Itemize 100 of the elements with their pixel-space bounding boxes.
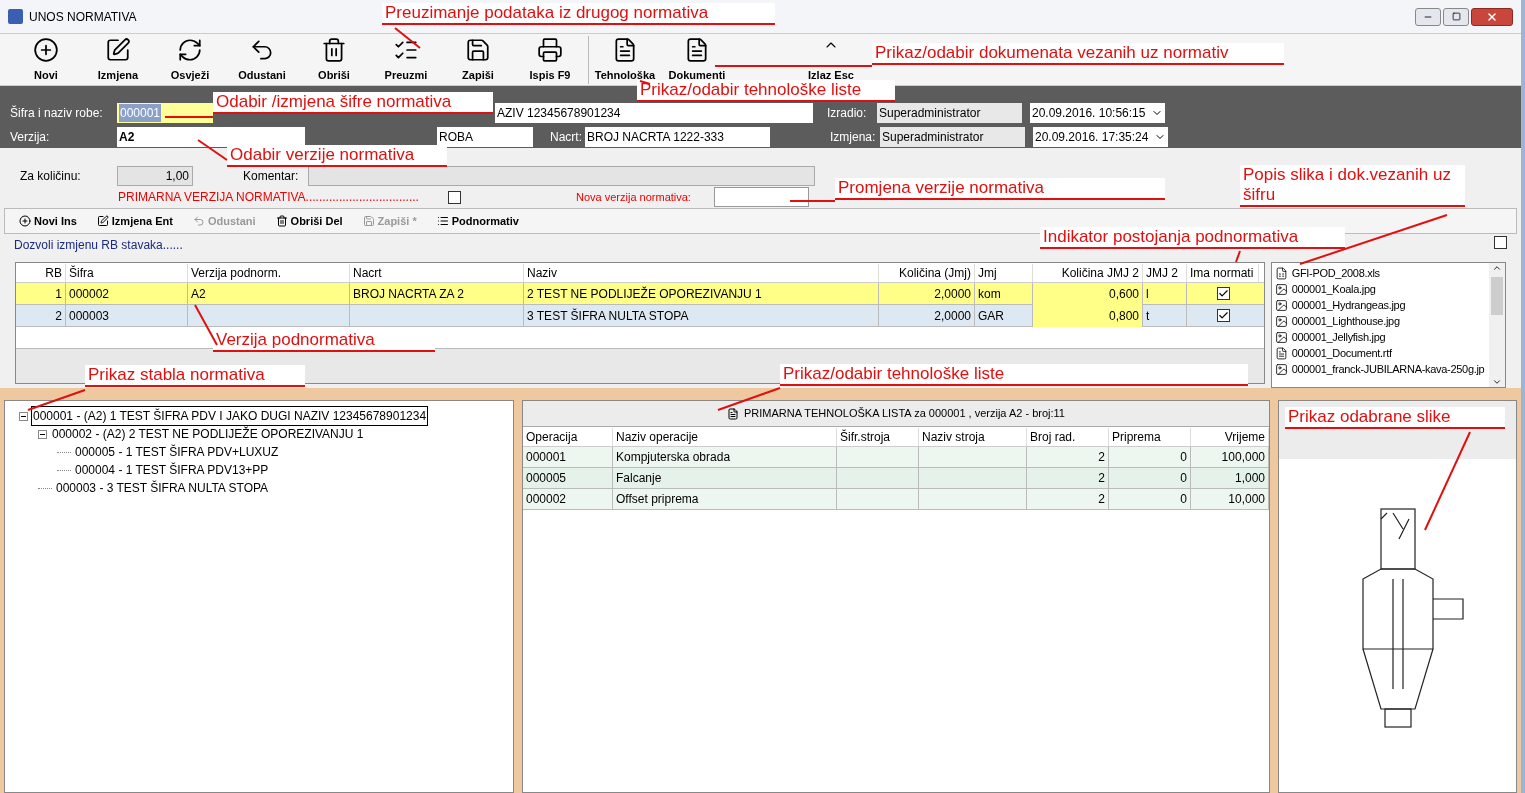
toolbar-button[interactable]: Obriši [298, 36, 370, 84]
table-cell: 000003 [66, 304, 188, 327]
image-icon [1274, 314, 1288, 328]
image-icon [1274, 362, 1288, 376]
checkbox[interactable] [1216, 287, 1230, 300]
scrollbar-thumb[interactable] [1491, 277, 1503, 315]
column-header[interactable]: Nacrt [350, 263, 524, 282]
quantity-field[interactable]: 1,00 [117, 166, 193, 186]
annotation-label: Promjena verzije normativa [835, 178, 1165, 200]
window-title: UNOS NORMATIVA [29, 8, 137, 26]
tech-list-title: PRIMARNA TEHNOLOŠKA LISTA za 000001 , verzija A2 - broj:11 [744, 406, 1065, 422]
tree-item[interactable]: 000004 - 1 TEST ŠIFRA PDV13+PP [73, 460, 271, 480]
goods-type-field[interactable]: ROBA [437, 127, 533, 147]
file-item[interactable]: 000001_franck-JUBILARNA-kava-250g.jp [1271, 361, 1489, 377]
column-header[interactable]: Jmj [975, 263, 1033, 282]
file-item[interactable]: 000001_Jellyfish.jpg [1271, 329, 1489, 345]
drawing-field[interactable]: BROJ NACRTA 1222-333 [585, 127, 770, 147]
toolbar-button[interactable]: Izmjena [82, 36, 154, 84]
file-item[interactable]: 000001_Lighthouse.jpg [1271, 313, 1489, 329]
new-version-field[interactable] [714, 187, 809, 207]
table-cell: Offset priprema [613, 488, 837, 510]
toolbar-button[interactable]: Izmjena Ent [96, 212, 173, 230]
maximize-icon [1451, 12, 1461, 21]
name-field[interactable]: AZIV 12345678901234 [495, 103, 813, 123]
maximize-button[interactable] [1443, 7, 1469, 26]
column-header[interactable]: RB [16, 263, 66, 282]
column-header[interactable]: Operacija [523, 427, 613, 446]
column-header[interactable]: Količina (Jmj) [879, 263, 975, 282]
chevron-down-icon [1492, 377, 1502, 387]
refresh-icon [177, 37, 203, 63]
tree-item[interactable]: 000005 - 1 TEST ŠIFRA PDV+LUXUZ [73, 442, 281, 462]
table-cell: A2 [188, 282, 350, 305]
file-item[interactable]: 000001_Hydrangeas.jpg [1271, 297, 1489, 313]
toolbar-button[interactable]: Odustani [226, 36, 298, 84]
column-header[interactable]: Priprema [1109, 427, 1191, 446]
table-cell: 0,600 [1033, 282, 1143, 305]
column-header[interactable]: Naziv stroja [919, 427, 1027, 446]
table-cell: 0 [1109, 467, 1191, 489]
column-header[interactable]: Verzija podnorm. [188, 263, 350, 282]
annotation-label: Odabir /izmjena šifre normativa [213, 92, 493, 114]
table-cell: 000001 [523, 446, 613, 468]
column-header[interactable]: Naziv operacije [613, 427, 837, 446]
table-cell: 0,800 [1033, 304, 1143, 327]
column-header[interactable]: Vrijeme [1191, 427, 1269, 446]
table-cell: 0 [1109, 488, 1191, 510]
file-item[interactable]: GFI-POD_2008.xls [1271, 265, 1489, 281]
collapse-toggle[interactable] [19, 411, 28, 421]
toolbar-button[interactable]: Preuzmi [370, 36, 442, 84]
table-cell: 000002 [66, 282, 188, 305]
column-header[interactable]: Ima normati [1187, 263, 1259, 282]
table-cell: 2 [16, 304, 66, 327]
toolbar-button[interactable]: Ispis F9 [514, 36, 586, 84]
file-item[interactable]: 000001_Koala.jpg [1271, 281, 1489, 297]
checkbox[interactable] [1216, 309, 1230, 322]
table-cell: 000002 [523, 488, 613, 510]
column-header[interactable]: Šifr.stroja [837, 427, 919, 446]
date-dropdown[interactable]: 20.09.2016. 10:56:15 [1030, 103, 1165, 123]
column-header[interactable]: Šifra [66, 263, 188, 282]
collapse-toggle[interactable] [38, 429, 47, 439]
tree-item[interactable]: 000003 - 3 TEST ŠIFRA NULTA STOPA [54, 478, 271, 498]
delete-icon [275, 215, 288, 227]
annotation-label: Odabir verzije normativa [227, 145, 447, 167]
column-header[interactable]: JMJ 2 [1143, 263, 1187, 282]
toolbar-button[interactable]: Osvježi [154, 36, 226, 84]
minimize-button[interactable] [1415, 7, 1441, 26]
leader-line [717, 387, 781, 411]
checkbox[interactable] [1494, 236, 1507, 249]
toolbar-button[interactable]: Podnormativ [436, 212, 519, 230]
checkbox[interactable] [448, 190, 461, 204]
add-icon [33, 37, 59, 63]
close-button[interactable] [1471, 7, 1513, 26]
table-cell: 100,000 [1191, 446, 1269, 468]
field-label: Verzija: [10, 129, 51, 146]
grid-row[interactable]: 1 000002 A2 BROJ NACRTA ZA 2 2 TEST NE PODLIJEŽE OPOREZIVANJU 1 2,0000 kom 0,600 l [16, 283, 1264, 305]
image-icon [1274, 330, 1288, 344]
scrollbar[interactable] [1489, 263, 1505, 387]
column-header[interactable]: Naziv [524, 263, 879, 282]
tree-item[interactable]: 000002 - (A2) 2 TEST NE PODLIJEŽE OPOREZIVANJU 1 [50, 424, 366, 444]
toolbar-button[interactable]: Zapiši [442, 36, 514, 84]
grid-row[interactable]: 2 000003 3 TEST ŠIFRA NULTA STOPA 2,0000 GAR 0,800 t [16, 305, 1264, 327]
field-label: Nacrt: [549, 129, 583, 146]
toolbar-button[interactable]: Novi [10, 36, 82, 84]
column-header[interactable]: Količina JMJ 2 [1033, 263, 1143, 282]
author-field: Superadministrator [880, 127, 1025, 147]
table-cell: 1,000 [1191, 467, 1269, 489]
table-cell: 2,0000 [879, 304, 975, 327]
table-cell: BROJ NACRTA ZA 2 [350, 282, 524, 305]
comment-field[interactable] [308, 166, 815, 186]
file-item[interactable]: 000001_Document.rtf [1271, 345, 1489, 361]
annotation-label: Prikaz odabrane slike [1285, 407, 1505, 429]
tree-item[interactable]: 000001 - (A2) 1 TEST ŠIFRA PDV I JAKO DUGI NAZIV 12345678901234 [31, 406, 429, 426]
table-cell: l [1143, 282, 1187, 305]
toolbar-button[interactable]: Novi Ins [19, 212, 77, 230]
version-field[interactable]: A2 [117, 127, 305, 147]
column-header[interactable]: Broj rad. [1027, 427, 1109, 446]
annotation-label: Prikaz/odabir tehnološke liste [780, 364, 1248, 386]
list-icon [436, 215, 449, 227]
annotation-label: Indikator postojanja podnormativa [1040, 227, 1345, 249]
date-dropdown[interactable]: 20.09.2016. 17:35:24 [1033, 127, 1168, 147]
toolbar-button[interactable]: Obriši Del [275, 212, 343, 230]
